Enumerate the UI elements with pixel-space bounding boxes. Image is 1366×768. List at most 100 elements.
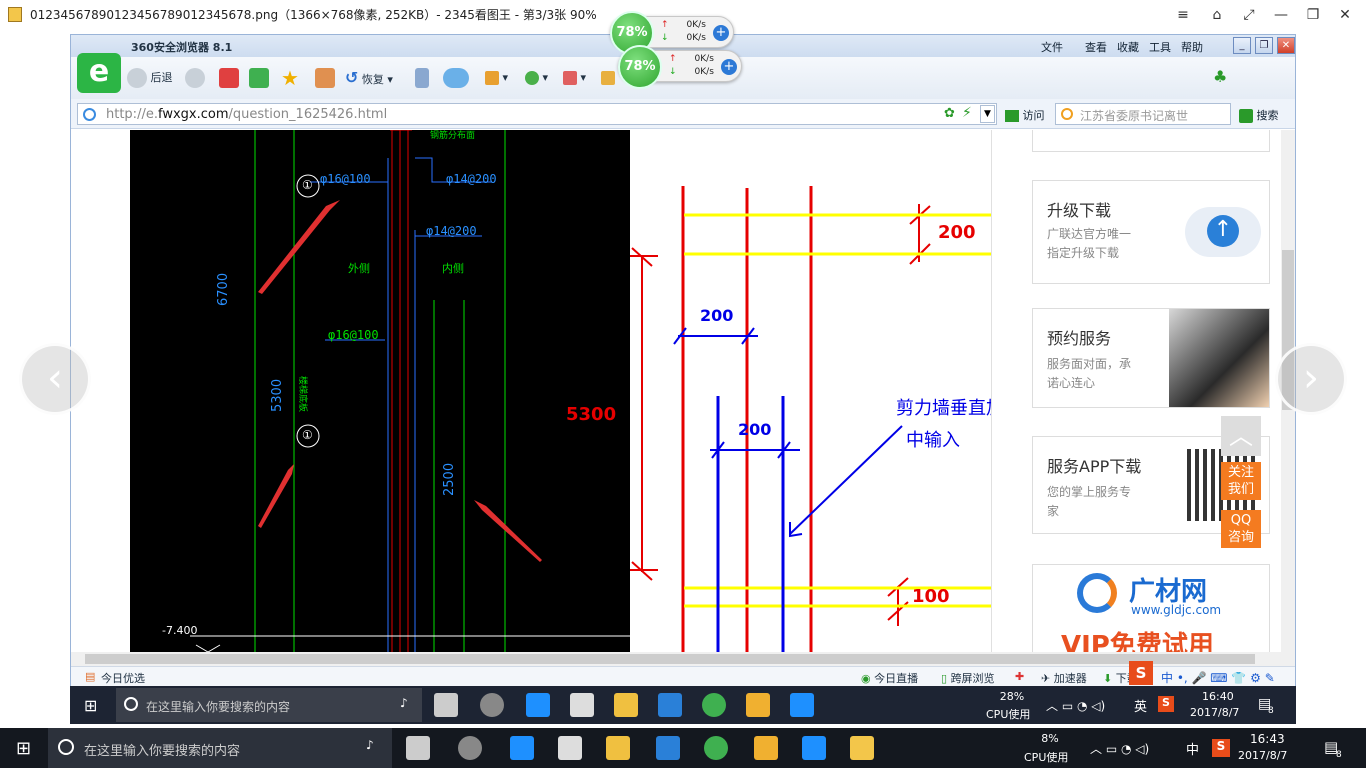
shield-button[interactable]: ▾: [525, 67, 548, 89]
outer-notification-count: 8: [1336, 750, 1342, 760]
home-button[interactable]: [315, 67, 335, 89]
task-folder-icon[interactable]: [614, 693, 638, 717]
minimize-button[interactable]: —: [1270, 5, 1292, 25]
outer-clock-time[interactable]: 16:43: [1250, 732, 1285, 746]
outer-mic-icon[interactable]: ♪: [366, 738, 374, 752]
outer-tray-icons[interactable]: ︿ ▭ ◔ ◁): [1090, 740, 1149, 757]
url-text: http://e.fwxgx.com/question_1625426.html: [106, 107, 387, 122]
search-button[interactable]: 搜索: [1239, 107, 1279, 123]
browser-logo-icon[interactable]: e: [77, 53, 121, 93]
inner-clock-date[interactable]: 2017/8/7: [1190, 706, 1239, 719]
back-button[interactable]: 后退: [127, 67, 173, 89]
upgrade-desc-1: 广联达官方唯一: [1047, 227, 1132, 241]
task-store-icon[interactable]: [570, 693, 594, 717]
shield-icon: [525, 71, 539, 85]
fullscreen-icon[interactable]: ⤢: [1238, 5, 1260, 25]
inner-mic-icon[interactable]: ♪: [400, 696, 408, 710]
inner-clock-time[interactable]: 16:40: [1202, 690, 1234, 703]
search-input[interactable]: 江苏省委原书记离世: [1055, 103, 1231, 125]
network-speed-widget-2[interactable]: 78% ↑ 0K/s ↓ 0K/s +: [618, 45, 742, 89]
horizontal-scrollbar[interactable]: [71, 652, 1295, 666]
cross-screen-link[interactable]: ▯ 跨屏浏览: [941, 670, 995, 686]
sidebar-card-partial[interactable]: [1032, 130, 1270, 152]
phone-button[interactable]: [415, 67, 429, 89]
speed-plus-icon-1[interactable]: +: [713, 25, 729, 41]
live-link[interactable]: ◉ 今日直播: [861, 670, 918, 686]
outer-task-folder-icon[interactable]: [606, 736, 630, 760]
outer-sogou-icon[interactable]: S: [1212, 739, 1230, 757]
outer-clock-date[interactable]: 2017/8/7: [1238, 749, 1287, 762]
appointment-service-card[interactable]: 预约服务 服务面对面，承 诺心连心: [1032, 308, 1270, 408]
cad-label-rebar-1: φ16@100: [320, 172, 371, 186]
menu-file[interactable]: 文件: [1041, 39, 1063, 55]
outer-task-glodon-icon[interactable]: [656, 736, 680, 760]
task-ie-icon[interactable]: [480, 693, 504, 717]
speed-plus-icon-2[interactable]: +: [721, 59, 737, 75]
tools-button[interactable]: [601, 67, 615, 89]
shirt-icon[interactable]: ♣: [1213, 67, 1227, 86]
close-button[interactable]: ✕: [1334, 5, 1356, 25]
cad-marker-2: ①: [302, 428, 313, 442]
outer-task-edge-icon[interactable]: [510, 736, 534, 760]
qq-consult-button[interactable]: QQ 咨询: [1221, 510, 1261, 548]
previous-image-button[interactable]: ‹: [19, 343, 91, 415]
next-image-button[interactable]: ›: [1275, 343, 1347, 415]
outer-ime-indicator[interactable]: 中: [1186, 739, 1199, 758]
task-edge-icon[interactable]: [526, 693, 550, 717]
favorite-button[interactable]: ★: [281, 67, 299, 89]
maximize-button[interactable]: ❐: [1302, 5, 1324, 25]
browser-close-button[interactable]: ✕: [1277, 37, 1295, 54]
memory-ball-2[interactable]: 78%: [618, 45, 662, 89]
menu-view[interactable]: 查看: [1085, 39, 1107, 55]
accelerator-link[interactable]: ✈ 加速器: [1041, 670, 1087, 686]
star-icon: ★: [281, 66, 299, 90]
outer-task-notes-icon[interactable]: [754, 736, 778, 760]
apps-button[interactable]: ▾: [485, 67, 508, 89]
url-dropdown-icon[interactable]: ▼: [980, 105, 995, 123]
horizontal-scroll-thumb[interactable]: [85, 654, 1255, 664]
skin-icon[interactable]: ⌂: [1206, 5, 1228, 25]
menu-help[interactable]: 帮助: [1181, 39, 1203, 55]
upgrade-download-card[interactable]: 升级下载 广联达官方唯一 指定升级下载 ↑: [1032, 180, 1270, 284]
url-field[interactable]: http://e.fwxgx.com/question_1625426.html…: [77, 103, 997, 125]
stop-button[interactable]: [219, 67, 239, 89]
outer-task-app-icon[interactable]: [802, 736, 826, 760]
browser-minimize-button[interactable]: _: [1233, 37, 1251, 54]
menu-tools[interactable]: 工具: [1149, 39, 1171, 55]
task-fan-icon[interactable]: [434, 693, 458, 717]
outer-task-viewer-icon[interactable]: [850, 736, 874, 760]
inner-ime-indicator[interactable]: 英: [1134, 696, 1147, 715]
cloud-button[interactable]: [443, 67, 469, 89]
refresh-button[interactable]: [249, 67, 269, 89]
visit-button[interactable]: 访问: [1005, 107, 1045, 123]
lightning-icon[interactable]: ⚡: [962, 105, 972, 121]
task-app-icon[interactable]: [790, 693, 814, 717]
inner-sogou-icon[interactable]: S: [1158, 696, 1174, 712]
start-icon[interactable]: ⊞: [16, 738, 31, 759]
outer-task-360-icon[interactable]: [704, 736, 728, 760]
task-360-icon[interactable]: [702, 693, 726, 717]
follow-us-button[interactable]: 关注 我们: [1221, 462, 1261, 500]
ad-banner[interactable]: 广材网 www.gldjc.com VIP免费试用: [1032, 564, 1270, 652]
forward-button[interactable]: [185, 67, 205, 89]
outer-task-fan-icon[interactable]: [406, 736, 430, 760]
outer-task-store-icon[interactable]: [558, 736, 582, 760]
menu-icon[interactable]: ≡: [1172, 5, 1194, 25]
translate-button[interactable]: ▾: [563, 67, 586, 89]
ime-status-icons[interactable]: 中 •, 🎤 ⌨ 👕 ⚙ ✎: [1161, 669, 1275, 686]
inner-search-box[interactable]: 在这里输入你要搜索的内容 ♪: [116, 688, 422, 722]
outer-task-ie-icon[interactable]: [458, 736, 482, 760]
browser-maximize-button[interactable]: ❐: [1255, 37, 1273, 54]
inner-start-icon[interactable]: ⊞: [84, 696, 97, 715]
sogou-ime-icon[interactable]: S: [1129, 661, 1153, 685]
back-to-top-button[interactable]: ︿: [1221, 416, 1261, 456]
network-speed-widget-1[interactable]: 78% ↑ 0K/s ↓ 0K/s +: [610, 11, 734, 55]
inner-tray-icons[interactable]: ︿ ▭ ◔ ◁): [1046, 697, 1105, 714]
outer-search-box[interactable]: 在这里输入你要搜索的内容 ♪: [48, 728, 392, 768]
plus-icon[interactable]: ✚: [1015, 670, 1024, 683]
today-picks-link[interactable]: 今日优选: [101, 670, 145, 686]
task-glodon-icon[interactable]: [658, 693, 682, 717]
restore-button[interactable]: ↺ 恢复 ▾: [345, 67, 393, 89]
task-notes-icon[interactable]: [746, 693, 770, 717]
menu-favorites[interactable]: 收藏: [1117, 39, 1139, 55]
